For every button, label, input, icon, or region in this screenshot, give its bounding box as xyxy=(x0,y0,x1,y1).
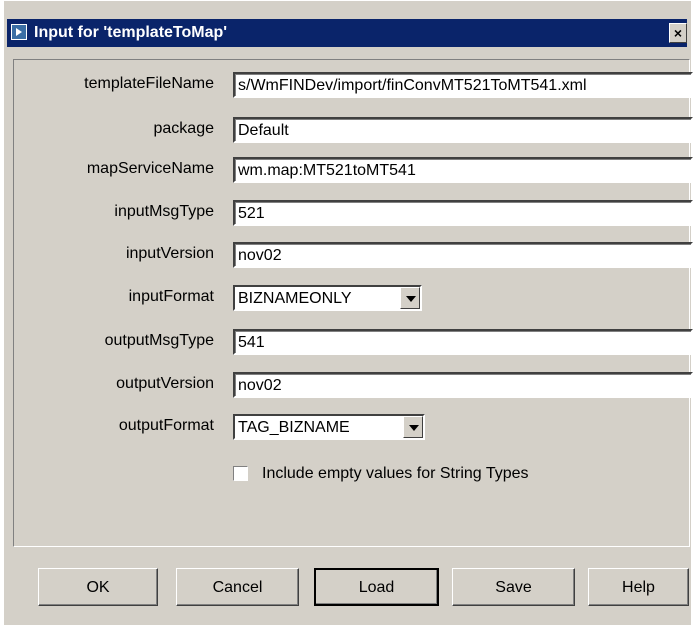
label-inputMsgType: inputMsgType xyxy=(114,203,214,220)
outputMsgType-input[interactable]: 541 xyxy=(233,329,693,355)
cancel-button[interactable]: Cancel xyxy=(176,568,299,606)
include-empty-values-label: Include empty values for String Types xyxy=(262,465,529,482)
input-panel: templateFileName s/WmFINDev/import/finCo… xyxy=(13,59,693,547)
templateFileName-input[interactable]: s/WmFINDev/import/finConvMT521ToMT541.xm… xyxy=(233,72,693,98)
save-button[interactable]: Save xyxy=(452,568,575,606)
label-outputFormat: outputFormat xyxy=(118,417,214,434)
inputFormat-value: BIZNAMEONLY xyxy=(238,290,352,307)
inputFormat-select[interactable]: BIZNAMEONLY xyxy=(233,285,422,311)
package-input[interactable]: Default xyxy=(233,117,693,143)
input-dialog: Input for 'templateToMap' × templateFile… xyxy=(3,0,693,625)
label-outputVersion: outputVersion xyxy=(116,375,214,392)
chevron-down-icon xyxy=(409,425,419,431)
outputFormat-select[interactable]: TAG_BIZNAME xyxy=(233,414,425,440)
chevron-down-icon xyxy=(406,296,416,302)
load-button[interactable]: Load xyxy=(314,568,439,606)
arrow-right-icon xyxy=(11,24,27,40)
help-button[interactable]: Help xyxy=(588,568,689,606)
inputFormat-dropdown-button[interactable] xyxy=(400,287,420,309)
mapServiceName-input[interactable]: wm.map:MT521toMT541 xyxy=(233,157,693,183)
label-inputVersion: inputVersion xyxy=(125,245,214,262)
label-package: package xyxy=(153,120,215,137)
title-bar[interactable]: Input for 'templateToMap' × xyxy=(7,19,687,47)
label-mapServiceName: mapServiceName xyxy=(86,160,214,177)
ok-button[interactable]: OK xyxy=(38,568,158,606)
outputFormat-value: TAG_BIZNAME xyxy=(238,419,350,436)
outputFormat-dropdown-button[interactable] xyxy=(403,416,423,438)
close-icon[interactable]: × xyxy=(669,23,687,43)
label-outputMsgType: outputMsgType xyxy=(104,332,214,349)
include-empty-values-checkbox[interactable] xyxy=(233,466,248,481)
label-templateFileName: templateFileName xyxy=(84,75,214,92)
inputVersion-input[interactable]: nov02 xyxy=(233,242,693,268)
dialog-title: Input for 'templateToMap' xyxy=(34,24,228,41)
inputMsgType-input[interactable]: 521 xyxy=(233,200,693,226)
outputVersion-input[interactable]: nov02 xyxy=(233,372,693,398)
label-inputFormat: inputFormat xyxy=(128,288,214,305)
